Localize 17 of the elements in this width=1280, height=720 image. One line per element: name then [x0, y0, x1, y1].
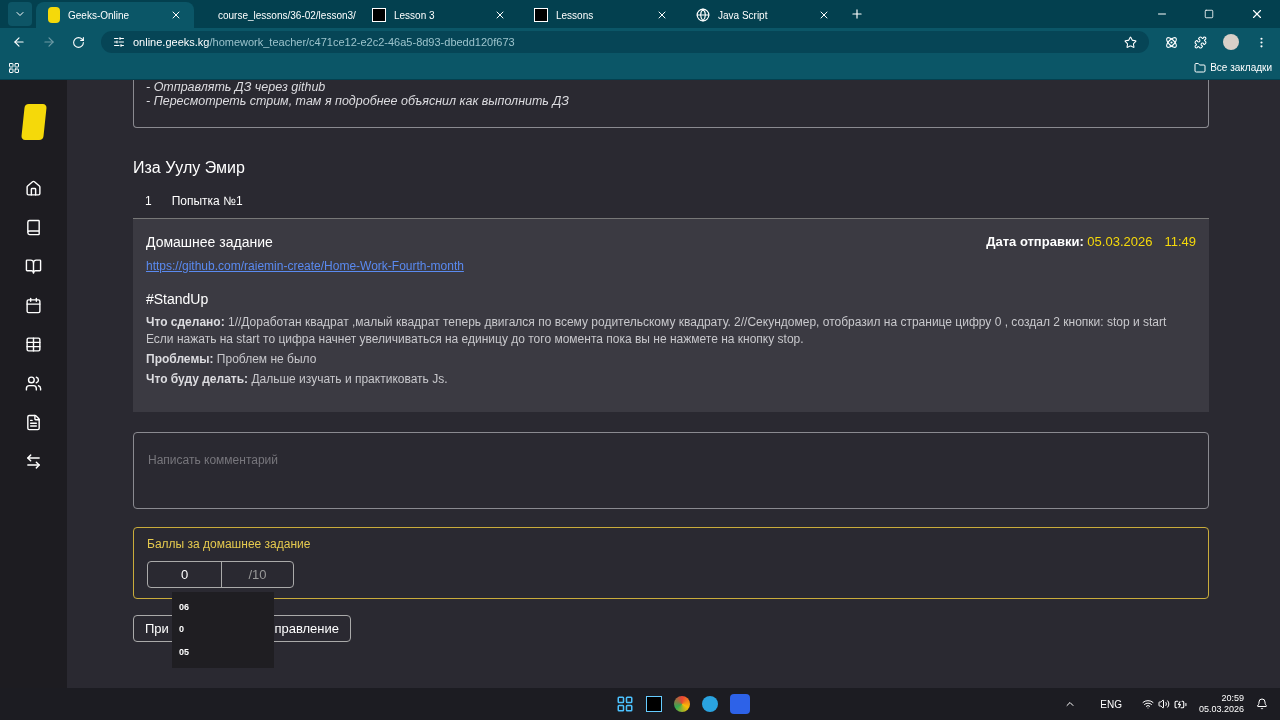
note-text: - Пересмотреть стрим, там я подробнее объяснил как выполнить ДЗ	[146, 94, 570, 108]
tab-title: course_lessons/36-02/lesson3/	[218, 8, 356, 23]
tab-title: Lesson 3	[394, 8, 436, 23]
tab-title: Java Script	[718, 8, 769, 23]
submission-title: Домашнее задание	[146, 233, 273, 252]
submission-date: Дата отправки: 05.03.2026 11:49	[986, 233, 1196, 251]
report-line: Что сделано: 1//Доработан квадрат ,малый квадрат теперь двигался по всему родительскому квадрату. 2//Секундомер, отобразил на странице цифру 0 , создал 2 кнопки: stop и start Если нажать на start то цифра начнет увеличиваться на единицу до того момента пока вы не нажмете на кнопку stop.	[146, 314, 1168, 348]
url-text: online.geeks.kg/homework_teacher/c471ce12-e2c2-46a5-8d93-dbedd120f673	[133, 34, 515, 50]
score-max: /10	[247, 566, 268, 584]
tab-title: Lessons	[556, 8, 595, 23]
note-text: - Отправлять ДЗ через github	[146, 80, 327, 94]
student-name: Иза Уулу Эмир	[133, 158, 246, 178]
tab-title: Geeks-Online	[68, 8, 131, 23]
report-line: Проблемы: Проблем не было	[146, 351, 318, 368]
report-line: Что буду делать: Дальше изучать и практиковать Js.	[146, 371, 449, 388]
standup-heading: #StandUp	[146, 290, 210, 309]
score-title: Баллы за домашнее задание	[147, 536, 312, 553]
